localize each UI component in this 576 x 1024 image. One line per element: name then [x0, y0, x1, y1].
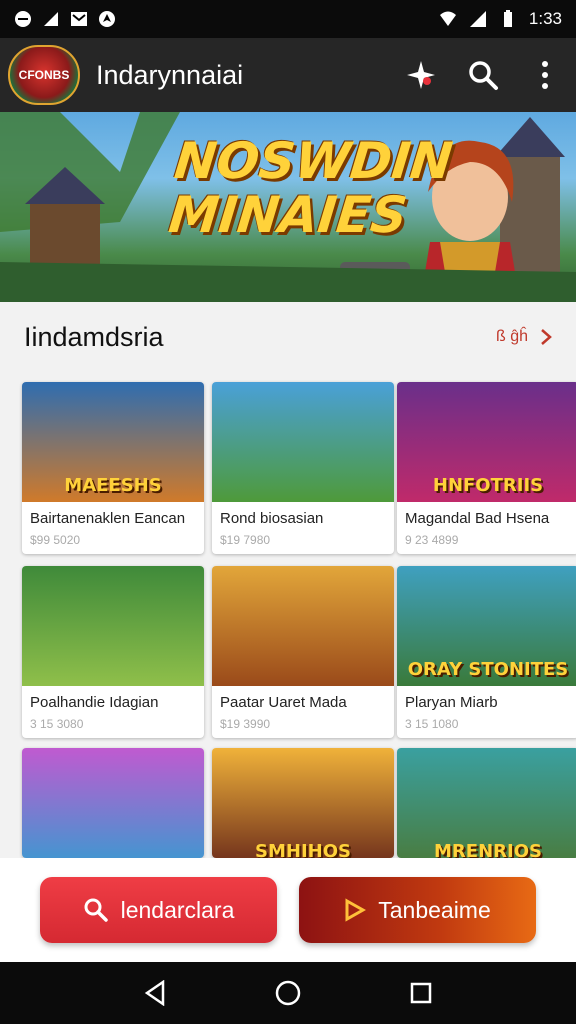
search-icon — [84, 898, 108, 922]
status-time: 1:33 — [528, 9, 562, 28]
game-thumbnail: MAEESHS — [22, 382, 204, 502]
thumbnail-text: HNFOTRIIS — [432, 475, 544, 496]
app-bar: CFONBS Indarynnaiai — [0, 38, 576, 112]
thumbnail-text: SMHIHOS — [255, 841, 351, 858]
section-title: Iindamdsria — [24, 321, 164, 352]
game-name: Rond biosasian — [220, 510, 324, 527]
game-thumbnail: HNFOTRIIS — [397, 382, 576, 502]
banner-title: NOSWDIN MINAIES — [166, 132, 456, 244]
status-notifications — [14, 10, 116, 28]
recents-icon[interactable] — [409, 981, 433, 1005]
search-action-button[interactable]: lendarclara — [40, 877, 277, 943]
game-card[interactable]: Rond biosasian $19 7980 — [212, 382, 394, 554]
play-icon — [345, 898, 367, 922]
game-name: Bairtanenaklen Eancan — [30, 510, 186, 527]
game-name: Poalhandie Idagian — [30, 694, 159, 711]
thumbnail-text: MRENRIOS — [434, 841, 542, 858]
game-card[interactable]: Poalhandie Idagian 3 15 3080 — [22, 566, 204, 738]
game-name: Magandal Bad Hsena — [405, 510, 550, 527]
section-header: Iindamdsria ß ĝĥ — [0, 302, 576, 372]
status-bar: 1:33 — [0, 0, 576, 38]
thumbnail-text: ORAY STONITES — [407, 659, 569, 680]
search-icon — [469, 61, 498, 90]
game-name: Plaryan Miarb — [405, 694, 498, 711]
game-card[interactable]: MRENRIOS — [397, 748, 576, 858]
notification-icon — [15, 11, 31, 27]
favorite-button[interactable] — [404, 58, 438, 92]
more-vert-icon — [542, 61, 548, 89]
game-thumbnail: MRENRIOS — [397, 748, 576, 858]
game-thumbnail — [212, 382, 394, 502]
logo-text: CFONBS — [18, 68, 70, 82]
game-card[interactable] — [22, 748, 204, 858]
game-card[interactable]: SMHIHOS — [212, 748, 394, 858]
game-price: 9 23 4899 — [405, 533, 459, 547]
game-card[interactable]: ORAY STONITES Plaryan Miarb 3 15 1080 — [397, 566, 576, 738]
see-all-link[interactable]: ß ĝĥ — [496, 328, 552, 346]
star-sparkle-icon — [407, 61, 435, 89]
battery-icon — [503, 10, 512, 27]
cellular-signal-icon — [469, 11, 486, 27]
thumbnail-text: MAEESHS — [64, 475, 162, 496]
navigation-icon — [99, 11, 115, 27]
search-action-label: lendarclara — [120, 896, 235, 923]
game-price: $99 5020 — [30, 533, 81, 547]
app-bar-actions — [404, 58, 562, 92]
game-price: $19 3990 — [220, 717, 271, 731]
featured-banner[interactable]: NOSWDIN MINAIES — [0, 112, 576, 302]
game-name: Paatar Uaret Mada — [220, 694, 347, 711]
play-action-label: Tanbeaime — [378, 896, 491, 923]
game-thumbnail: SMHIHOS — [212, 748, 394, 858]
game-price: 3 15 3080 — [30, 717, 84, 731]
game-card[interactable]: MAEESHS Bairtanenaklen Eancan $99 5020 — [22, 382, 204, 554]
game-thumbnail — [22, 748, 204, 858]
see-all-label: ß ĝĥ — [495, 328, 528, 345]
game-thumbnail — [22, 566, 204, 686]
search-button[interactable] — [466, 58, 500, 92]
overflow-menu-button[interactable] — [528, 58, 562, 92]
game-thumbnail — [212, 566, 394, 686]
back-icon[interactable] — [143, 980, 167, 1006]
game-price: $19 7980 — [220, 533, 271, 547]
game-card[interactable]: HNFOTRIIS Magandal Bad Hsena 9 23 4899 — [397, 382, 576, 554]
chevron-right-icon — [541, 329, 552, 345]
game-card[interactable]: Paatar Uaret Mada $19 3990 — [212, 566, 394, 738]
status-system: 1:33 — [439, 9, 562, 29]
bottom-action-bar: lendarclara Tanbeaime — [0, 858, 576, 962]
gmail-icon — [71, 12, 87, 26]
system-nav-bar — [0, 962, 576, 1024]
home-icon[interactable] — [274, 979, 302, 1007]
game-thumbnail: ORAY STONITES — [397, 566, 576, 686]
game-price: 3 15 1080 — [405, 717, 459, 731]
signal-notification-icon — [44, 12, 58, 26]
play-action-button[interactable]: Tanbeaime — [299, 877, 536, 943]
app-logo[interactable]: CFONBS — [8, 45, 80, 105]
wifi-icon — [439, 11, 456, 26]
app-title: Indarynnaiai — [96, 59, 244, 90]
